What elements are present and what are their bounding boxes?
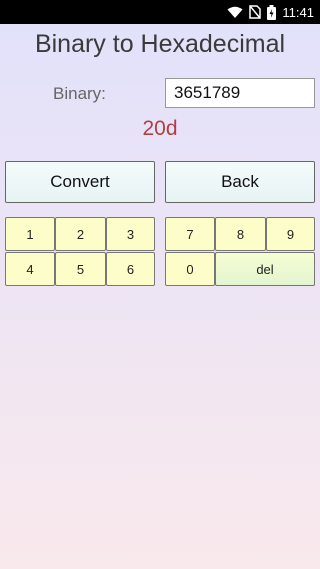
no-sim-icon [249, 5, 262, 19]
key-7[interactable]: 7 [165, 217, 215, 251]
binary-input[interactable] [165, 78, 315, 108]
key-2[interactable]: 2 [55, 217, 106, 251]
status-time: 11:41 [282, 4, 314, 20]
convert-button[interactable]: Convert [5, 161, 155, 203]
key-9[interactable]: 9 [266, 217, 315, 251]
back-button[interactable]: Back [165, 161, 315, 203]
result-text: 20d [142, 117, 178, 140]
wifi-icon [227, 6, 243, 19]
key-4[interactable]: 4 [5, 252, 55, 286]
key-5[interactable]: 5 [55, 252, 106, 286]
status-bar: 11:41 [0, 0, 320, 24]
key-6[interactable]: 6 [106, 252, 155, 286]
key-8[interactable]: 8 [215, 217, 266, 251]
delete-key[interactable]: del [215, 252, 315, 286]
key-0[interactable]: 0 [165, 252, 215, 286]
key-1[interactable]: 1 [5, 217, 55, 251]
binary-label: Binary: [53, 84, 106, 103]
battery-charging-icon [267, 4, 277, 20]
key-3[interactable]: 3 [106, 217, 155, 251]
page-title: Binary to Hexadecimal [34, 30, 286, 58]
